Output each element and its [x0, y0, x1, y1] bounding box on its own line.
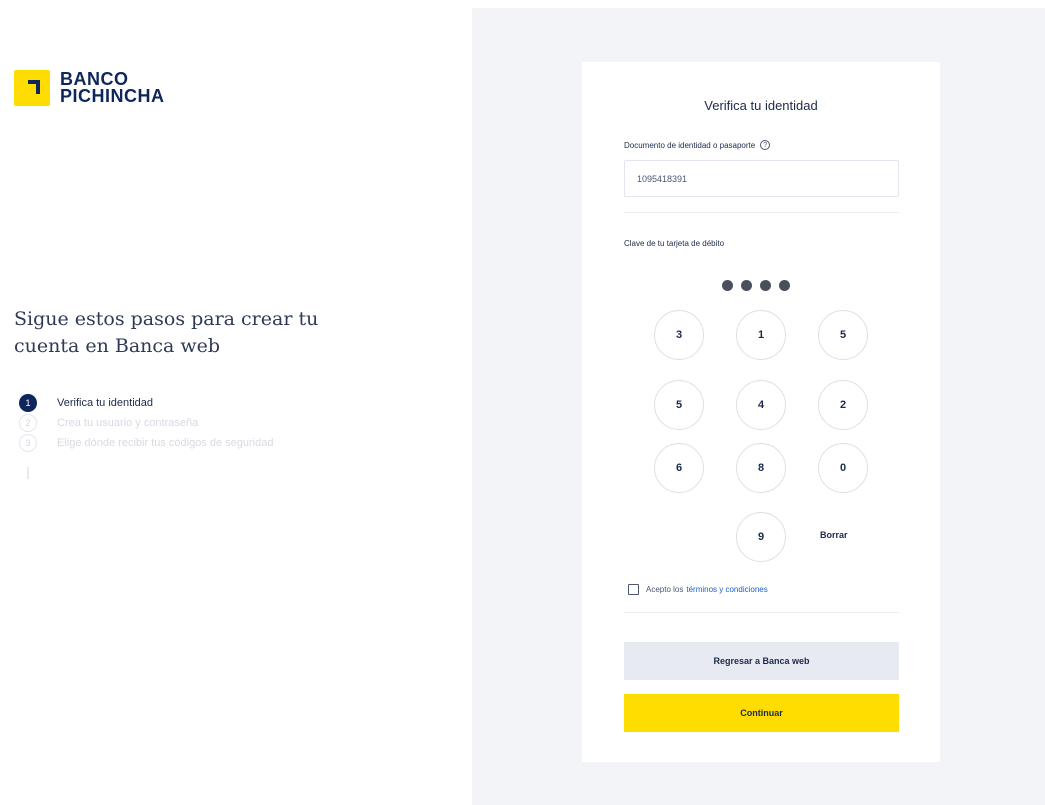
logo-line-2: PICHINCHA: [60, 86, 165, 106]
step-label: Verifica tu identidad: [57, 397, 154, 409]
erase-button[interactable]: Borrar: [820, 530, 860, 540]
step-label: Elige dónde recibir tus códigos de segur…: [57, 437, 274, 449]
divider: [624, 212, 899, 213]
pin-field-label: Clave de tu tarjeta de débito: [624, 239, 725, 248]
right-panel: Verifica tu identidad Documento de ident…: [472, 8, 1045, 805]
pin-dot: [760, 280, 771, 291]
step-connector: [27, 467, 29, 479]
terms-link[interactable]: términos y condiciones: [686, 585, 767, 594]
divider: [624, 612, 899, 613]
logo-mark-icon: [14, 70, 50, 106]
step-list: 1 Verifica tu identidad 2 Crea tu usuari…: [19, 393, 349, 479]
terms-row: Acepto los términos y condiciones: [628, 584, 768, 595]
step-create-user: 2 Crea tu usuario y contraseña: [19, 413, 349, 433]
page-headline: Sigue estos pasos para crear tu cuenta e…: [14, 308, 319, 357]
pin-dot: [722, 280, 733, 291]
step-security-codes: 3 Elige dónde recibir tus códigos de seg…: [19, 433, 349, 453]
keypad-key[interactable]: 3: [654, 310, 704, 360]
doc-label-text: Documento de identidad o pasaporte: [624, 140, 756, 150]
bank-logo[interactable]: BANCO PICHINCHA: [14, 70, 165, 106]
back-to-banca-web-button[interactable]: Regresar a Banca web: [624, 642, 899, 680]
pin-dot: [779, 280, 790, 291]
keypad-key[interactable]: 5: [818, 310, 868, 360]
terms-prefix: Acepto los: [646, 585, 684, 594]
step-verify-identity: 1 Verifica tu identidad: [19, 393, 349, 413]
verification-card: Verifica tu identidad Documento de ident…: [582, 62, 940, 762]
pin-dot: [741, 280, 752, 291]
step-indicator: 3: [19, 434, 37, 452]
document-input[interactable]: [624, 160, 899, 197]
keypad-key[interactable]: 8: [736, 443, 786, 493]
keypad-key[interactable]: 1: [736, 310, 786, 360]
step-indicator: 1: [19, 394, 37, 412]
terms-checkbox[interactable]: [628, 584, 639, 595]
left-panel: BANCO PICHINCHA Sigue estos pasos para c…: [0, 0, 472, 805]
keypad-key[interactable]: 6: [654, 443, 704, 493]
keypad-key[interactable]: 0: [818, 443, 868, 493]
doc-field-label: Documento de identidad o pasaporte ?: [624, 140, 771, 150]
keypad-key[interactable]: 2: [818, 380, 868, 430]
step-indicator: 2: [19, 414, 37, 432]
continue-button[interactable]: Continuar: [624, 694, 899, 732]
help-icon[interactable]: ?: [760, 140, 771, 150]
keypad-key[interactable]: 4: [736, 380, 786, 430]
step-label: Crea tu usuario y contraseña: [57, 417, 199, 429]
logo-text: BANCO PICHINCHA: [60, 70, 165, 106]
pin-dots: [722, 280, 790, 291]
keypad-key[interactable]: 9: [736, 512, 786, 562]
keypad-key[interactable]: 5: [654, 380, 704, 430]
card-title: Verifica tu identidad: [704, 98, 818, 113]
